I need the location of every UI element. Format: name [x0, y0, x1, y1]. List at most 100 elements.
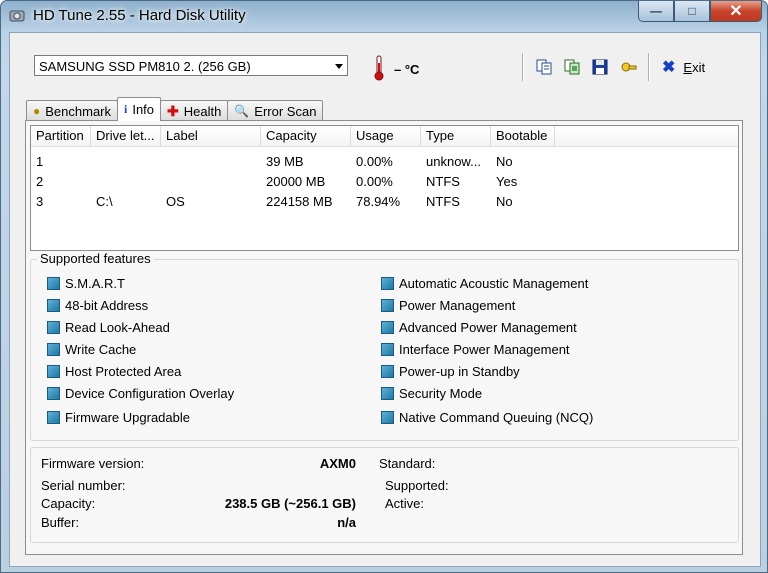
toolbar-separator: [522, 53, 524, 81]
table-cell: [161, 152, 261, 172]
table-row[interactable]: 1 39 MB 0.00% unknow... No: [31, 152, 738, 172]
feature-checkbox-icon: [47, 365, 60, 378]
table-cell: 20000 MB: [266, 174, 326, 189]
partition-table[interactable]: Partition Drive let... Label Capacity Us…: [30, 125, 739, 251]
feature-item: 48-bit Address: [47, 298, 148, 313]
column-header[interactable]: Label: [161, 126, 261, 146]
column-header[interactable]: Usage: [351, 126, 421, 146]
maximize-button[interactable]: □: [674, 1, 710, 22]
capacity-label: Capacity:: [41, 496, 96, 511]
feature-checkbox-icon: [381, 321, 394, 334]
feature-checkbox-icon: [47, 343, 60, 356]
table-cell: 78.94%: [356, 194, 401, 209]
minimize-button[interactable]: —: [638, 1, 674, 22]
capacity-value: 238.5 GB (~256.1 GB): [224, 496, 356, 511]
table-row[interactable]: 2 20000 MB 0.00% NTFS Yes: [31, 172, 738, 192]
tab-health[interactable]: ✚ Health: [160, 100, 229, 121]
app-window: HD Tune 2.55 - Hard Disk Utility — □ ✕ S…: [0, 0, 768, 573]
feature-item: Device Configuration Overlay: [47, 386, 234, 401]
table-cell: 224158 MB: [266, 194, 333, 209]
table-cell: [91, 152, 161, 172]
supported-label: Supported:: [385, 478, 449, 493]
title-bar[interactable]: HD Tune 2.55 - Hard Disk Utility — □ ✕: [1, 1, 767, 33]
feature-item: Read Look-Ahead: [47, 320, 170, 335]
buffer-label: Buffer:: [41, 515, 80, 530]
buffer-value: n/a: [337, 515, 356, 530]
feature-checkbox-icon: [381, 299, 394, 312]
maximize-icon: □: [688, 4, 696, 18]
feature-checkbox-icon: [381, 387, 394, 400]
table-cell: No: [496, 154, 513, 169]
feature-checkbox-icon: [381, 343, 394, 356]
table-cell: 1: [36, 154, 44, 169]
feature-checkbox-icon: [381, 277, 394, 290]
window-title: HD Tune 2.55 - Hard Disk Utility: [33, 7, 246, 24]
table-cell: 3: [36, 194, 44, 209]
feature-checkbox-icon: [381, 411, 394, 424]
table-cell: No: [496, 194, 513, 209]
table-cell: NTFS: [426, 174, 460, 189]
table-cell: OS: [166, 194, 185, 209]
supported-features-group: Supported features S.M.A.R.T 48-bit Addr…: [30, 251, 739, 441]
thermometer-icon: [374, 55, 384, 81]
feature-item: Power Management: [381, 298, 515, 313]
table-cell: 0.00%: [356, 174, 393, 189]
tab-info[interactable]: i Info: [117, 97, 162, 121]
feature-item: Native Command Queuing (NCQ): [381, 410, 593, 425]
save-button[interactable]: [586, 53, 614, 81]
benchmark-icon: ●: [33, 104, 41, 118]
table-cell: [161, 172, 261, 192]
table-cell: 39 MB: [266, 154, 304, 169]
feature-checkbox-icon: [47, 277, 60, 290]
feature-checkbox-icon: [47, 387, 60, 400]
table-cell: NTFS: [426, 194, 460, 209]
column-header[interactable]: Drive let...: [91, 126, 161, 146]
minimize-icon: —: [650, 4, 662, 18]
tab-benchmark-label: Benchmark: [45, 103, 111, 119]
table-cell: 2: [36, 174, 44, 189]
feature-item: Interface Power Management: [381, 342, 570, 357]
table-cell: 0.00%: [356, 154, 393, 169]
column-header[interactable]: Partition: [31, 126, 91, 146]
table-cell: unknow...: [426, 154, 481, 169]
tab-error-scan[interactable]: 🔍 Error Scan: [227, 100, 324, 121]
firmware-value: AXM0: [319, 456, 356, 471]
exit-button[interactable]: ✖ Exit: [662, 57, 705, 77]
toolbar-separator: [648, 53, 650, 81]
feature-checkbox-icon: [381, 365, 394, 378]
drive-select[interactable]: SAMSUNG SSD PM810 2. (256 GB): [34, 55, 348, 76]
supported-features-title: Supported features: [37, 251, 154, 266]
feature-item: Power-up in Standby: [381, 364, 520, 379]
copy-screenshot-icon: [564, 59, 580, 75]
feature-item: Host Protected Area: [47, 364, 181, 379]
table-row[interactable]: 3 C:\ OS 224158 MB 78.94% NTFS No: [31, 192, 738, 212]
floppy-disk-icon: [592, 59, 608, 75]
table-cell: Yes: [496, 174, 518, 189]
close-button[interactable]: ✕: [710, 1, 762, 22]
column-header[interactable]: Capacity: [261, 126, 351, 146]
close-icon: ✕: [729, 3, 743, 20]
firmware-label: Firmware version:: [41, 456, 145, 471]
exit-icon: ✖: [662, 59, 676, 76]
tab-strip: ● Benchmark i Info ✚ Health 🔍 Error Scan: [26, 97, 324, 121]
copy-screenshot-button[interactable]: [558, 53, 586, 81]
temperature-readout: – °C: [394, 62, 420, 77]
copy-text-button[interactable]: [530, 53, 558, 81]
chevron-down-icon: [335, 64, 343, 69]
tab-info-label: Info: [132, 102, 155, 117]
info-icon: i: [124, 102, 128, 116]
options-button[interactable]: [614, 53, 642, 81]
table-cell: [91, 172, 161, 192]
feature-item: Write Cache: [47, 342, 136, 357]
tab-benchmark[interactable]: ● Benchmark: [26, 100, 118, 121]
feature-item: Automatic Acoustic Management: [381, 276, 588, 291]
column-header[interactable]: Bootable: [491, 126, 555, 146]
feature-checkbox-icon: [47, 411, 60, 424]
table-cell: C:\: [96, 194, 113, 209]
drive-details-group: Firmware version: AXM0 Serial number: Ca…: [30, 447, 739, 543]
hd-tune-app-icon: [9, 10, 25, 22]
serial-label: Serial number:: [41, 478, 126, 493]
info-tab-panel: Partition Drive let... Label Capacity Us…: [25, 120, 743, 555]
column-header[interactable]: Type: [421, 126, 491, 146]
toolbar: ✖ Exit: [516, 53, 705, 81]
